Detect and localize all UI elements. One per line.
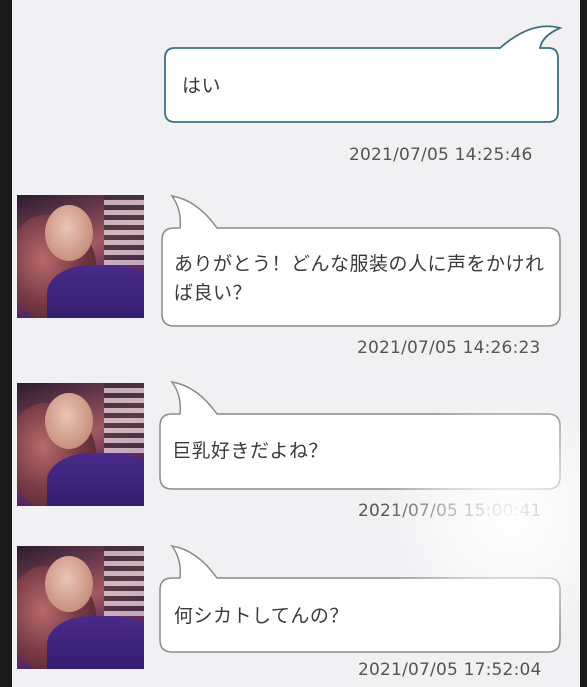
message-text: 何シカトしてんの？: [174, 605, 349, 627]
message-timestamp: 2021/07/05 17:52:04: [358, 660, 542, 680]
chat-screen: はい 2021/07/05 14:25:46 ありがとう！どんな服装の人に声をか…: [12, 0, 580, 687]
message-received: 何シカトしてんの？ 2021/07/05 17:52:04: [12, 0, 580, 687]
received-bubble: [159, 544, 561, 653]
